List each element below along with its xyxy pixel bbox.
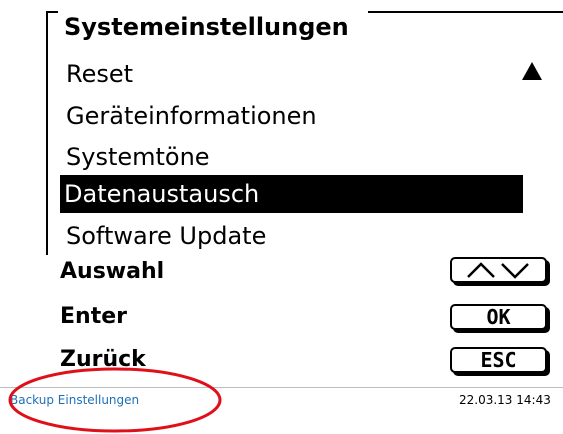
action-label-auswahl: Auswahl bbox=[60, 259, 165, 284]
esc-key[interactable]: ESC bbox=[450, 347, 547, 373]
frame-line-right bbox=[368, 11, 563, 13]
action-label-enter: Enter bbox=[60, 304, 127, 329]
menu-item-datenaustausch[interactable]: Datenaustausch bbox=[60, 175, 523, 213]
frame-border bbox=[46, 11, 48, 255]
status-datetime: 22.03.13 14:43 bbox=[459, 393, 551, 407]
screen-title: Systemeinstellungen bbox=[64, 13, 349, 41]
up-down-key[interactable] bbox=[450, 257, 547, 283]
status-bar: Backup Einstellungen 22.03.13 14:43 bbox=[0, 387, 563, 414]
status-backup-link[interactable]: Backup Einstellungen bbox=[10, 388, 139, 412]
menu-item-systemtoene[interactable]: Systemtöne bbox=[60, 138, 210, 176]
scroll-up-icon[interactable] bbox=[522, 62, 542, 80]
menu-item-geraeteinformationen[interactable]: Geräteinformationen bbox=[60, 97, 317, 135]
menu-item-software-update[interactable]: Software Update bbox=[60, 217, 266, 255]
action-label-zurueck: Zurück bbox=[60, 347, 146, 372]
menu-item-reset[interactable]: Reset bbox=[60, 55, 133, 93]
ok-key[interactable]: OK bbox=[450, 304, 547, 330]
up-down-arrows-icon bbox=[466, 262, 529, 279]
